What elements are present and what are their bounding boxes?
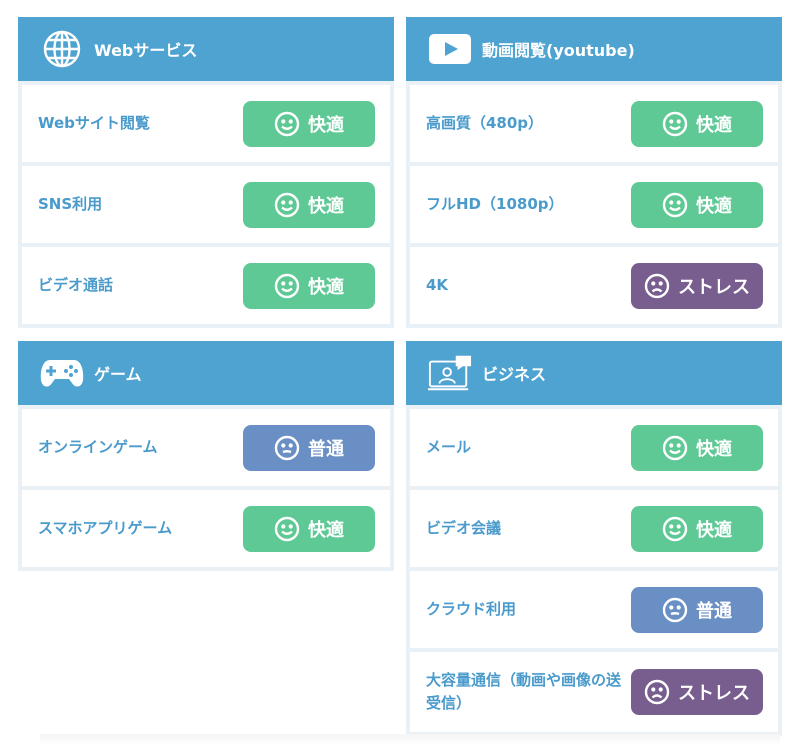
status-badge: ストレス — [631, 262, 763, 309]
card-title: 動画閲覧(youtube) — [482, 41, 635, 60]
globe-icon — [40, 27, 84, 71]
gamepad-icon — [40, 351, 84, 395]
list-item: スマホアプリゲーム 快適 — [22, 490, 390, 567]
card-header: ゲーム — [18, 341, 394, 405]
list-item: ビデオ会議 快適 — [410, 490, 778, 567]
item-label: 大容量通信（動画や画像の送受信） — [426, 670, 622, 712]
frown-icon — [644, 679, 670, 705]
list-item: ビデオ通話 快適 — [22, 247, 390, 324]
status-badge: 普通 — [631, 586, 763, 633]
item-label: スマホアプリゲーム — [38, 518, 173, 537]
card-header: Webサービス — [18, 17, 394, 81]
monitor-person-icon — [428, 351, 472, 395]
card-video: 動画閲覧(youtube) 高画質（480p） 快適 フルHD（1080p） 快… — [406, 17, 782, 328]
smile-icon — [274, 192, 300, 217]
status-badge: ストレス — [631, 669, 763, 715]
item-label: クラウド利用 — [426, 599, 517, 618]
status-label: 快適 — [308, 195, 344, 217]
smile-icon — [274, 111, 300, 136]
smile-icon — [662, 516, 688, 541]
smile-icon — [662, 435, 688, 460]
card-title: Webサービス — [94, 41, 198, 60]
list-item: メール 快適 — [410, 409, 778, 486]
play-icon — [428, 27, 472, 71]
item-label: ビデオ通話 — [38, 275, 114, 294]
status-label: 快適 — [308, 519, 344, 541]
status-label: ストレス — [678, 683, 750, 704]
list-item: クラウド利用 普通 — [410, 571, 778, 648]
status-badge: 快適 — [243, 262, 375, 309]
list-item: オンラインゲーム 普通 — [22, 409, 390, 486]
smile-icon — [662, 111, 688, 136]
card-header: ビジネス — [406, 341, 782, 405]
status-label: 普通 — [696, 600, 732, 622]
frown-icon — [644, 273, 670, 298]
status-badge: 快適 — [631, 181, 763, 228]
card-title: ビジネス — [482, 365, 547, 384]
status-badge: 快適 — [631, 505, 763, 552]
status-badge: 快適 — [243, 100, 375, 147]
card-title: ゲーム — [94, 365, 142, 384]
item-label: フルHD（1080p） — [426, 194, 564, 213]
item-label: ビデオ会議 — [426, 518, 502, 537]
status-badge: 快適 — [243, 505, 375, 552]
card-header: 動画閲覧(youtube) — [406, 17, 782, 81]
neutral-face-icon — [662, 597, 688, 622]
status-badge: 快適 — [631, 424, 763, 471]
status-badge: 快適 — [243, 181, 375, 228]
card-web-services: Webサービス Webサイト閲覧 快適 SNS利用 快適 ビデオ通話 快適 — [18, 17, 394, 328]
status-badge: 普通 — [243, 424, 375, 471]
list-item: Webサイト閲覧 快適 — [22, 85, 390, 162]
list-item: フルHD（1080p） 快適 — [410, 166, 778, 243]
smile-icon — [274, 273, 300, 298]
status-label: 普通 — [308, 438, 344, 460]
card-business: ビジネス メール 快適 ビデオ会議 快適 クラウド利用 普通 大容量通信（動画や… — [406, 341, 782, 736]
status-label: 快適 — [308, 114, 344, 136]
status-label: 快適 — [696, 438, 732, 460]
smile-icon — [662, 192, 688, 217]
status-badge: 快適 — [631, 100, 763, 147]
item-label: メール — [426, 437, 472, 456]
item-label: Webサイト閲覧 — [38, 113, 150, 132]
item-label: SNS利用 — [38, 194, 103, 213]
item-label: 高画質（480p） — [426, 113, 544, 132]
list-item: 大容量通信（動画や画像の送受信） ストレス — [410, 652, 778, 732]
status-label: 快適 — [308, 276, 344, 298]
smile-icon — [274, 516, 300, 541]
bottom-shadow — [40, 734, 780, 746]
neutral-face-icon — [274, 435, 300, 460]
status-label: 快適 — [696, 195, 732, 217]
card-game: ゲーム オンラインゲーム 普通 スマホアプリゲーム 快適 — [18, 341, 394, 571]
list-item: 高画質（480p） 快適 — [410, 85, 778, 162]
list-item: SNS利用 快適 — [22, 166, 390, 243]
item-label: オンラインゲーム — [38, 437, 158, 456]
item-label: 4K — [426, 275, 449, 294]
status-label: 快適 — [696, 114, 732, 136]
status-label: 快適 — [696, 519, 732, 541]
status-label: ストレス — [678, 276, 750, 298]
list-item: 4K ストレス — [410, 247, 778, 324]
